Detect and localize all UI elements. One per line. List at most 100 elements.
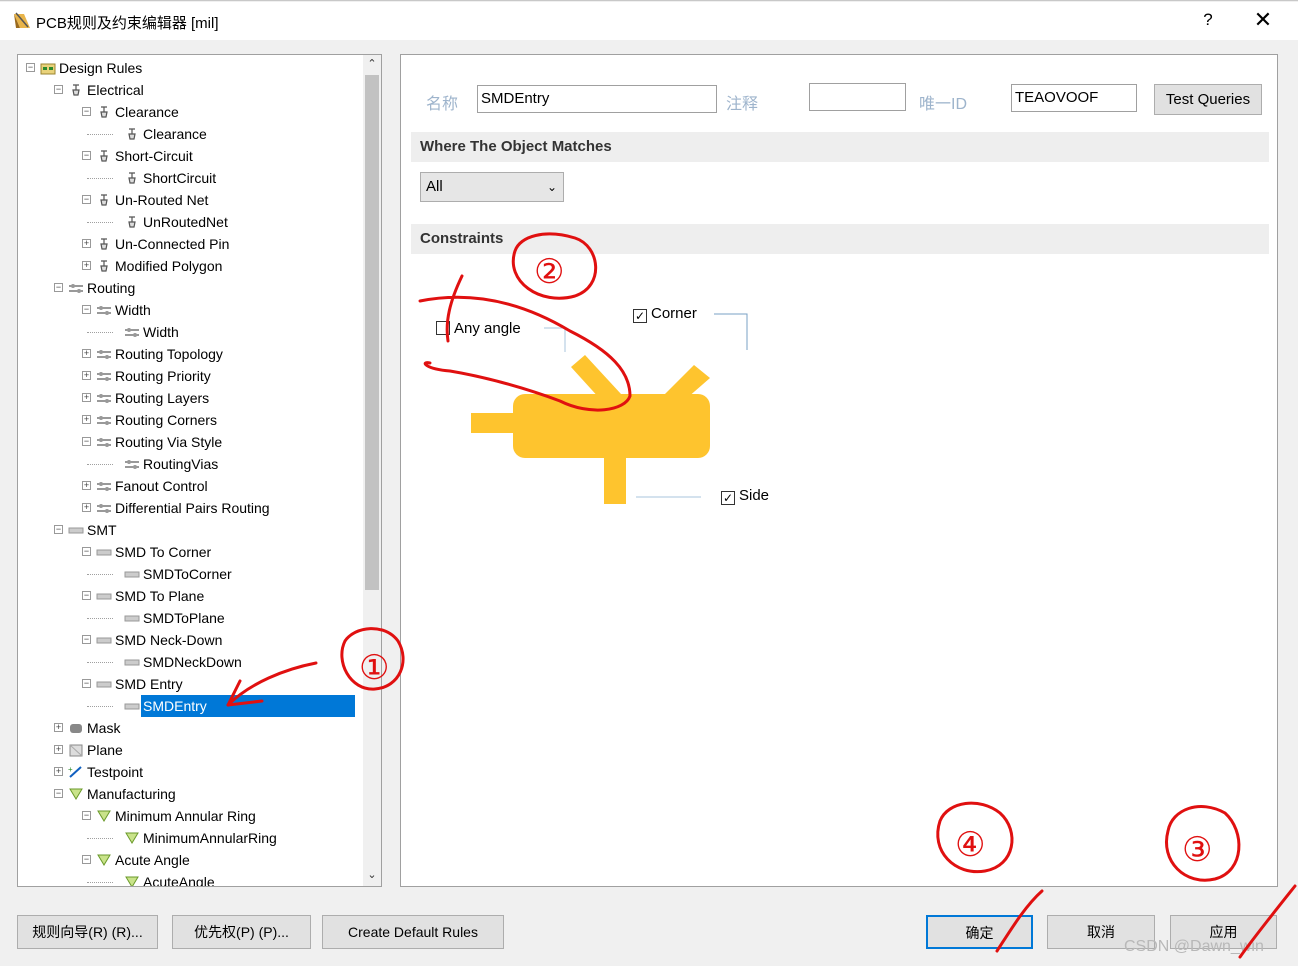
tree-node-testpoint[interactable]: + + Testpoint: [18, 761, 362, 783]
collapse-icon[interactable]: −: [82, 107, 91, 116]
collapse-icon[interactable]: −: [82, 635, 91, 644]
tree-node-un-routed-net[interactable]: − Un-Routed Net: [18, 189, 362, 211]
tree-node-fanout-control[interactable]: + Fanout Control: [18, 475, 362, 497]
expand-icon[interactable]: +: [54, 723, 63, 732]
collapse-icon[interactable]: −: [54, 283, 63, 292]
tree-node-width[interactable]: − Width: [18, 299, 362, 321]
collapse-icon[interactable]: −: [82, 811, 91, 820]
corner-checkbox[interactable]: ✓ Corner: [633, 305, 697, 323]
collapse-icon[interactable]: −: [82, 547, 91, 556]
tree-node-acute-angle[interactable]: − Acute Angle: [18, 849, 362, 871]
priorities-button[interactable]: 优先权(P) (P)...: [172, 915, 311, 949]
expand-icon[interactable]: +: [54, 745, 63, 754]
rules-tree[interactable]: − Design Rules − Electrical − Clearance Cleara…: [17, 54, 382, 887]
tree-node-clearance[interactable]: − Clearance: [18, 101, 362, 123]
tree-node-routing-topology[interactable]: + Routing Topology: [18, 343, 362, 365]
collapse-icon[interactable]: −: [82, 591, 91, 600]
collapse-icon[interactable]: −: [54, 525, 63, 534]
comment-field[interactable]: [809, 83, 906, 111]
tree-node-routing-priority[interactable]: + Routing Priority: [18, 365, 362, 387]
name-field[interactable]: SMDEntry: [477, 85, 717, 113]
tree-node-smdentry[interactable]: SMDEntry: [18, 695, 362, 717]
tree-node-smd-to-corner[interactable]: − SMD To Corner: [18, 541, 362, 563]
tree-node-routing-layers[interactable]: + Routing Layers: [18, 387, 362, 409]
tree-node-smd-neck-down[interactable]: − SMD Neck-Down: [18, 629, 362, 651]
tree-node-mask[interactable]: + Mask: [18, 717, 362, 739]
tree-node-smt[interactable]: − SMT: [18, 519, 362, 541]
tree-node-smdtocorner[interactable]: SMDToCorner: [18, 563, 362, 585]
tree-node-modified-polygon[interactable]: + Modified Polygon: [18, 255, 362, 277]
tree-node-shortcircuit[interactable]: ShortCircuit: [18, 167, 362, 189]
tree-node-minimum-annular-ring[interactable]: − Minimum Annular Ring: [18, 805, 362, 827]
collapse-icon[interactable]: −: [54, 85, 63, 94]
expand-icon[interactable]: +: [82, 393, 91, 402]
collapse-icon[interactable]: −: [82, 195, 91, 204]
pad-side-trace: [604, 456, 626, 504]
tree-node-clearance[interactable]: Clearance: [18, 123, 362, 145]
tree-node-routingvias[interactable]: RoutingVias: [18, 453, 362, 475]
tree-node-electrical[interactable]: − Electrical: [18, 79, 362, 101]
close-button[interactable]: ✕: [1250, 7, 1276, 33]
scroll-up-icon[interactable]: ⌃: [363, 55, 381, 73]
expand-icon[interactable]: +: [54, 767, 63, 776]
any-angle-box[interactable]: [436, 321, 450, 335]
scroll-thumb[interactable]: [365, 75, 379, 590]
unique-id-field[interactable]: TEAOVOOF: [1011, 84, 1137, 112]
tree-node-minimumannularring[interactable]: MinimumAnnularRing: [18, 827, 362, 849]
smt-icon: [96, 593, 112, 600]
tree-node-routing-corners[interactable]: + Routing Corners: [18, 409, 362, 431]
tree-connector: [87, 882, 113, 883]
tree-node-smdtoplane[interactable]: SMDToPlane: [18, 607, 362, 629]
manufacturing-icon: [97, 854, 111, 866]
any-angle-checkbox[interactable]: Any angle: [436, 320, 521, 337]
where-dropdown[interactable]: All ⌄: [420, 172, 564, 202]
create-default-rules-button[interactable]: Create Default Rules: [322, 915, 504, 949]
collapse-icon[interactable]: −: [82, 305, 91, 314]
tree-node-routing[interactable]: − Routing: [18, 277, 362, 299]
rule-wizard-button[interactable]: 规则向导(R) (R)...: [17, 915, 158, 949]
tree-node-short-circuit[interactable]: − Short-Circuit: [18, 145, 362, 167]
pad-corner-trace-left: [571, 355, 621, 400]
tree-node-width[interactable]: Width: [18, 321, 362, 343]
tree-node-label: Un-Connected Pin: [115, 236, 230, 252]
tree-scrollbar[interactable]: ⌃ ⌄: [363, 55, 381, 886]
help-button[interactable]: ?: [1198, 10, 1218, 30]
expand-icon[interactable]: +: [82, 371, 91, 380]
expand-icon[interactable]: +: [82, 349, 91, 358]
tree-node-acuteangle[interactable]: AcuteAngle: [18, 871, 362, 886]
collapse-icon[interactable]: −: [82, 151, 91, 160]
tree-connector: [87, 332, 113, 333]
tree-node-manufacturing[interactable]: − Manufacturing: [18, 783, 362, 805]
collapse-icon[interactable]: −: [82, 855, 91, 864]
tree-node-smd-entry[interactable]: − SMD Entry: [18, 673, 362, 695]
expand-icon[interactable]: +: [82, 415, 91, 424]
tree-node-routing-via-style[interactable]: − Routing Via Style: [18, 431, 362, 453]
tree-node-smdneckdown[interactable]: SMDNeckDown: [18, 651, 362, 673]
collapse-icon[interactable]: −: [54, 789, 63, 798]
collapse-icon[interactable]: −: [82, 679, 91, 688]
tree-connector: [87, 464, 113, 465]
tree-node-label: Electrical: [87, 82, 144, 98]
corner-box[interactable]: ✓: [633, 309, 647, 323]
tree-node-label: Plane: [87, 742, 123, 758]
test-queries-button[interactable]: Test Queries: [1154, 84, 1262, 115]
tree-connector: [87, 178, 113, 179]
tree-node-smd-to-plane[interactable]: − SMD To Plane: [18, 585, 362, 607]
tree-node-differential-pairs-routing[interactable]: + Differential Pairs Routing: [18, 497, 362, 519]
expand-icon[interactable]: +: [82, 481, 91, 490]
comment-label: 注释: [726, 96, 759, 113]
collapse-icon[interactable]: −: [82, 437, 91, 446]
window-title: PCB规则及约束编辑器 [mil]: [36, 15, 219, 32]
tree-node-plane[interactable]: + Plane: [18, 739, 362, 761]
expand-icon[interactable]: +: [82, 261, 91, 270]
collapse-icon[interactable]: −: [26, 63, 35, 72]
tree-node-design-rules[interactable]: − Design Rules: [18, 57, 362, 79]
tree-node-unroutednet[interactable]: UnRoutedNet: [18, 211, 362, 233]
side-checkbox[interactable]: ✓ Side: [721, 487, 769, 505]
expand-icon[interactable]: +: [82, 239, 91, 248]
ok-button[interactable]: 确定: [926, 915, 1033, 949]
expand-icon[interactable]: +: [82, 503, 91, 512]
side-box[interactable]: ✓: [721, 491, 735, 505]
scroll-down-icon[interactable]: ⌄: [363, 866, 381, 884]
tree-node-un-connected-pin[interactable]: + Un-Connected Pin: [18, 233, 362, 255]
